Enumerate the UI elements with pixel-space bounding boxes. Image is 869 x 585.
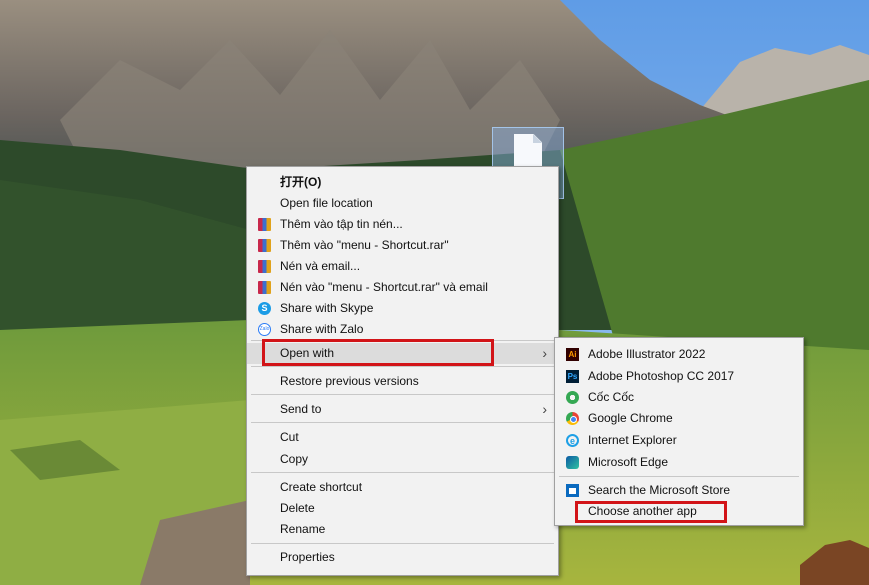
menu-item-create-shortcut[interactable]: Create shortcut xyxy=(247,477,558,498)
chrome-icon xyxy=(566,412,579,425)
menu-item-label: Thêm vào "menu - Shortcut.rar" xyxy=(280,238,449,252)
menu-item-restore-previous-versions[interactable]: Restore previous versions xyxy=(247,371,558,392)
app-item-adobe-photoshop[interactable]: Ps Adobe Photoshop CC 2017 xyxy=(555,366,803,387)
menu-separator xyxy=(251,366,554,367)
menu-item-delete[interactable]: Delete xyxy=(247,498,558,519)
context-menu: 打开(O) Open file location Thêm vào tập ti… xyxy=(246,166,559,576)
winrar-icon xyxy=(258,260,271,273)
menu-separator xyxy=(559,476,799,477)
menu-item-share-with-skype[interactable]: S Share with Skype xyxy=(247,298,558,319)
menu-separator xyxy=(251,543,554,544)
menu-item-label: Nén và email... xyxy=(280,259,361,273)
menu-item-label: Nén vào "menu - Shortcut.rar" và email xyxy=(280,280,488,294)
app-item-label: Search the Microsoft Store xyxy=(588,483,731,497)
coccoc-icon xyxy=(566,391,579,404)
menu-separator xyxy=(251,422,554,423)
chevron-right-icon: › xyxy=(542,401,547,417)
menu-item-compress-to-rar-and-email[interactable]: Nén vào "menu - Shortcut.rar" và email xyxy=(247,277,558,298)
menu-item-add-to-rar[interactable]: Thêm vào "menu - Shortcut.rar" xyxy=(247,235,558,256)
menu-item-label: Send to xyxy=(280,402,322,416)
menu-item-label: Properties xyxy=(280,550,335,564)
winrar-icon xyxy=(258,218,271,231)
app-item-label: Adobe Illustrator 2022 xyxy=(588,347,706,361)
app-item-microsoft-edge[interactable]: Microsoft Edge xyxy=(555,452,803,473)
menu-item-label: Restore previous versions xyxy=(280,374,419,388)
internet-explorer-icon: e xyxy=(566,434,579,447)
menu-separator xyxy=(251,472,554,473)
app-item-label: Google Chrome xyxy=(588,411,673,425)
menu-item-add-to-archive[interactable]: Thêm vào tập tin nén... xyxy=(247,214,558,235)
winrar-icon xyxy=(258,239,271,252)
open-with-submenu: Ai Adobe Illustrator 2022 Ps Adobe Photo… xyxy=(554,337,804,526)
skype-icon: S xyxy=(258,302,271,315)
menu-item-compress-and-email[interactable]: Nén và email... xyxy=(247,256,558,277)
app-item-label: Cốc Cốc xyxy=(588,390,635,404)
menu-item-label: Thêm vào tập tin nén... xyxy=(280,217,403,231)
menu-item-send-to[interactable]: Send to › xyxy=(247,399,558,420)
menu-item-label: Share with Zalo xyxy=(280,322,364,336)
app-item-coccoc[interactable]: Cốc Cốc xyxy=(555,387,803,408)
menu-item-rename[interactable]: Rename xyxy=(247,519,558,540)
menu-item-label: Copy xyxy=(280,452,309,466)
adobe-photoshop-icon: Ps xyxy=(566,370,579,383)
menu-item-open[interactable]: 打开(O) xyxy=(247,172,558,193)
app-item-label: Internet Explorer xyxy=(588,433,677,447)
microsoft-store-icon xyxy=(566,484,579,497)
app-item-label: Adobe Photoshop CC 2017 xyxy=(588,369,735,383)
open-with-highlight-box xyxy=(262,339,494,366)
menu-item-label: Rename xyxy=(280,522,326,536)
menu-item-share-with-zalo[interactable]: Zalo Share with Zalo xyxy=(247,319,558,340)
chevron-right-icon: › xyxy=(542,345,547,361)
menu-item-label: Delete xyxy=(280,501,315,515)
menu-item-label: 打开(O) xyxy=(280,175,322,189)
app-item-adobe-illustrator[interactable]: Ai Adobe Illustrator 2022 xyxy=(555,344,803,365)
menu-item-copy[interactable]: Copy xyxy=(247,449,558,470)
menu-item-label: Create shortcut xyxy=(280,480,363,494)
menu-item-label: Share with Skype xyxy=(280,301,374,315)
menu-item-cut[interactable]: Cut xyxy=(247,427,558,448)
menu-item-properties[interactable]: Properties xyxy=(247,547,558,568)
adobe-illustrator-icon: Ai xyxy=(566,348,579,361)
menu-item-label: Open file location xyxy=(280,196,373,210)
zalo-icon: Zalo xyxy=(258,323,271,336)
app-item-label: Microsoft Edge xyxy=(588,455,669,469)
menu-item-label: Cut xyxy=(280,430,299,444)
winrar-icon xyxy=(258,281,271,294)
search-microsoft-store-item[interactable]: Search the Microsoft Store xyxy=(555,480,803,501)
choose-another-app-highlight-box xyxy=(575,501,727,523)
menu-item-open-file-location[interactable]: Open file location xyxy=(247,193,558,214)
edge-icon xyxy=(566,456,579,469)
app-item-internet-explorer[interactable]: e Internet Explorer xyxy=(555,430,803,451)
menu-separator xyxy=(251,394,554,395)
app-item-google-chrome[interactable]: Google Chrome xyxy=(555,408,803,429)
